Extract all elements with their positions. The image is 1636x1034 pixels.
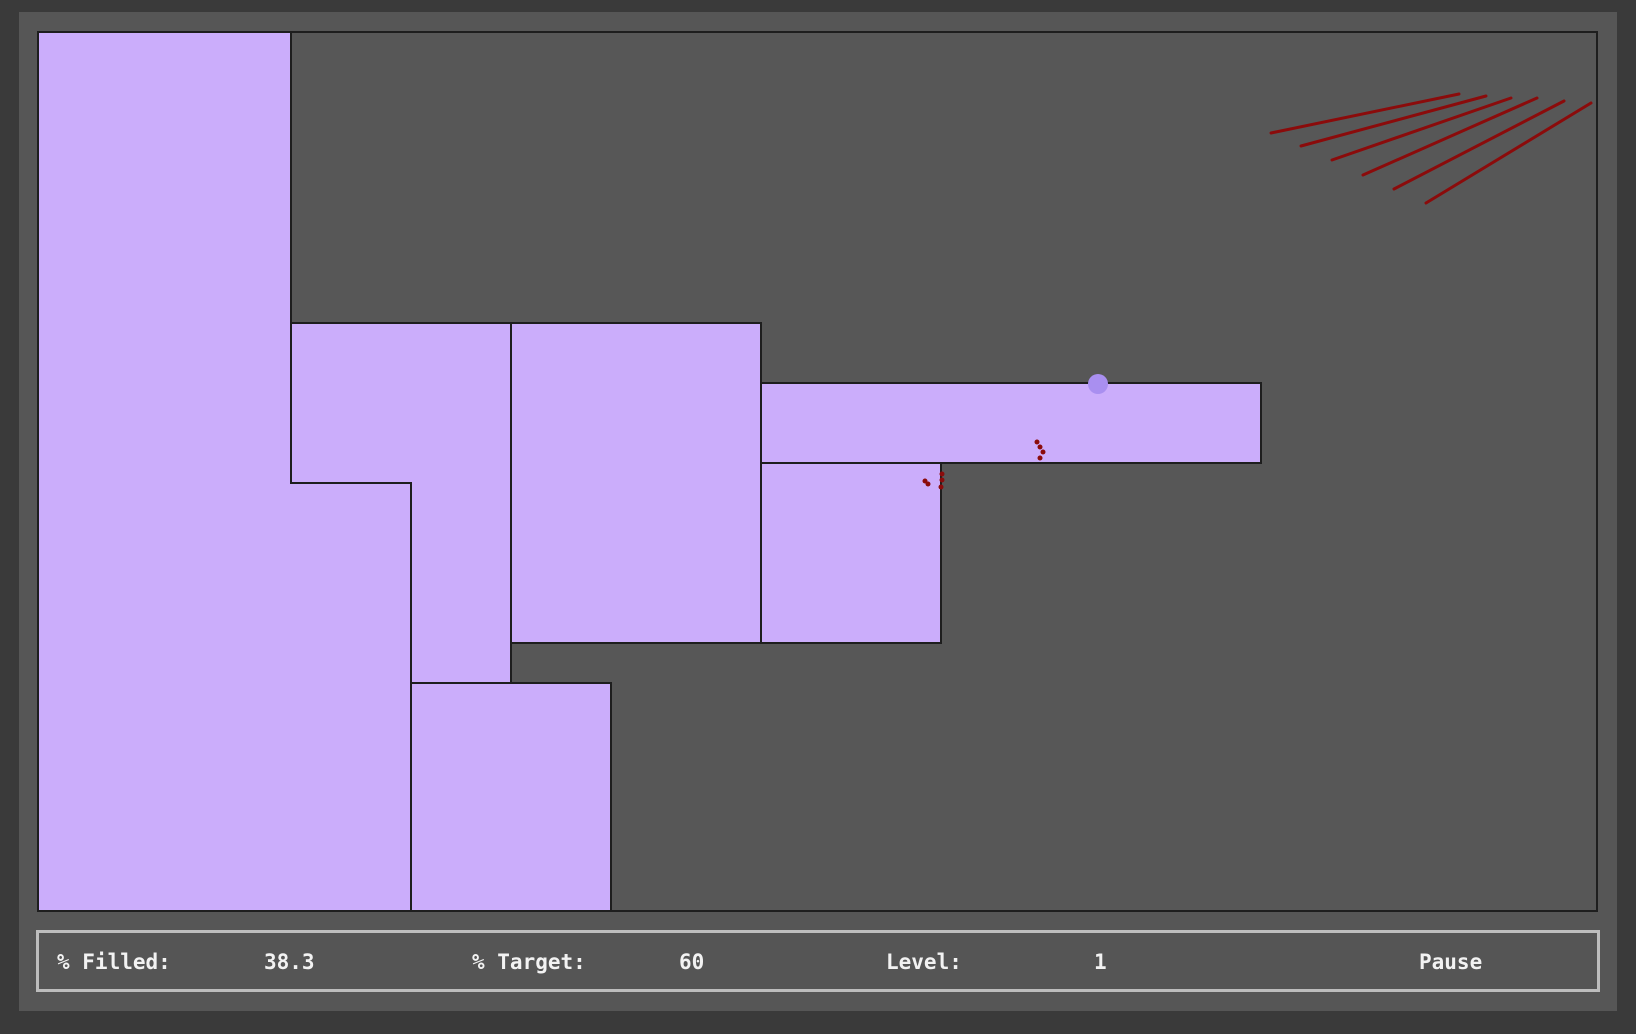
filled-region — [761, 463, 941, 643]
filled-region — [291, 483, 411, 910]
filled-region — [411, 683, 611, 910]
filled-regions — [39, 33, 1261, 910]
filled-region — [291, 323, 511, 483]
filled-label: % Filled: — [57, 950, 171, 974]
filled-region — [511, 323, 761, 643]
enemy-spark — [1037, 455, 1043, 461]
game-board[interactable] — [37, 31, 1598, 912]
filled-value: 38.3 — [264, 950, 315, 974]
enemy-spark — [939, 471, 945, 477]
playfield-canvas — [39, 33, 1593, 910]
enemy-spark — [939, 477, 945, 483]
filled-region — [39, 33, 291, 910]
enemy-trail — [1269, 92, 1593, 205]
level-value: 1 — [1094, 950, 1107, 974]
status-bar: % Filled: 38.3 % Target: 60 Level: 1 Pau… — [36, 930, 1600, 992]
player-ball — [1088, 374, 1108, 394]
filled-region — [411, 483, 511, 683]
enemy-spark — [938, 484, 944, 490]
level-label: Level: — [886, 950, 962, 974]
pause-button[interactable]: Pause — [1419, 950, 1482, 974]
enemy-spark — [1037, 444, 1043, 450]
filled-region — [761, 383, 1261, 463]
enemy-spark — [1034, 439, 1040, 445]
enemy-spark — [1040, 449, 1046, 455]
target-value: 60 — [679, 950, 705, 974]
enemy-spark — [925, 481, 931, 487]
target-label: % Target: — [472, 950, 586, 974]
